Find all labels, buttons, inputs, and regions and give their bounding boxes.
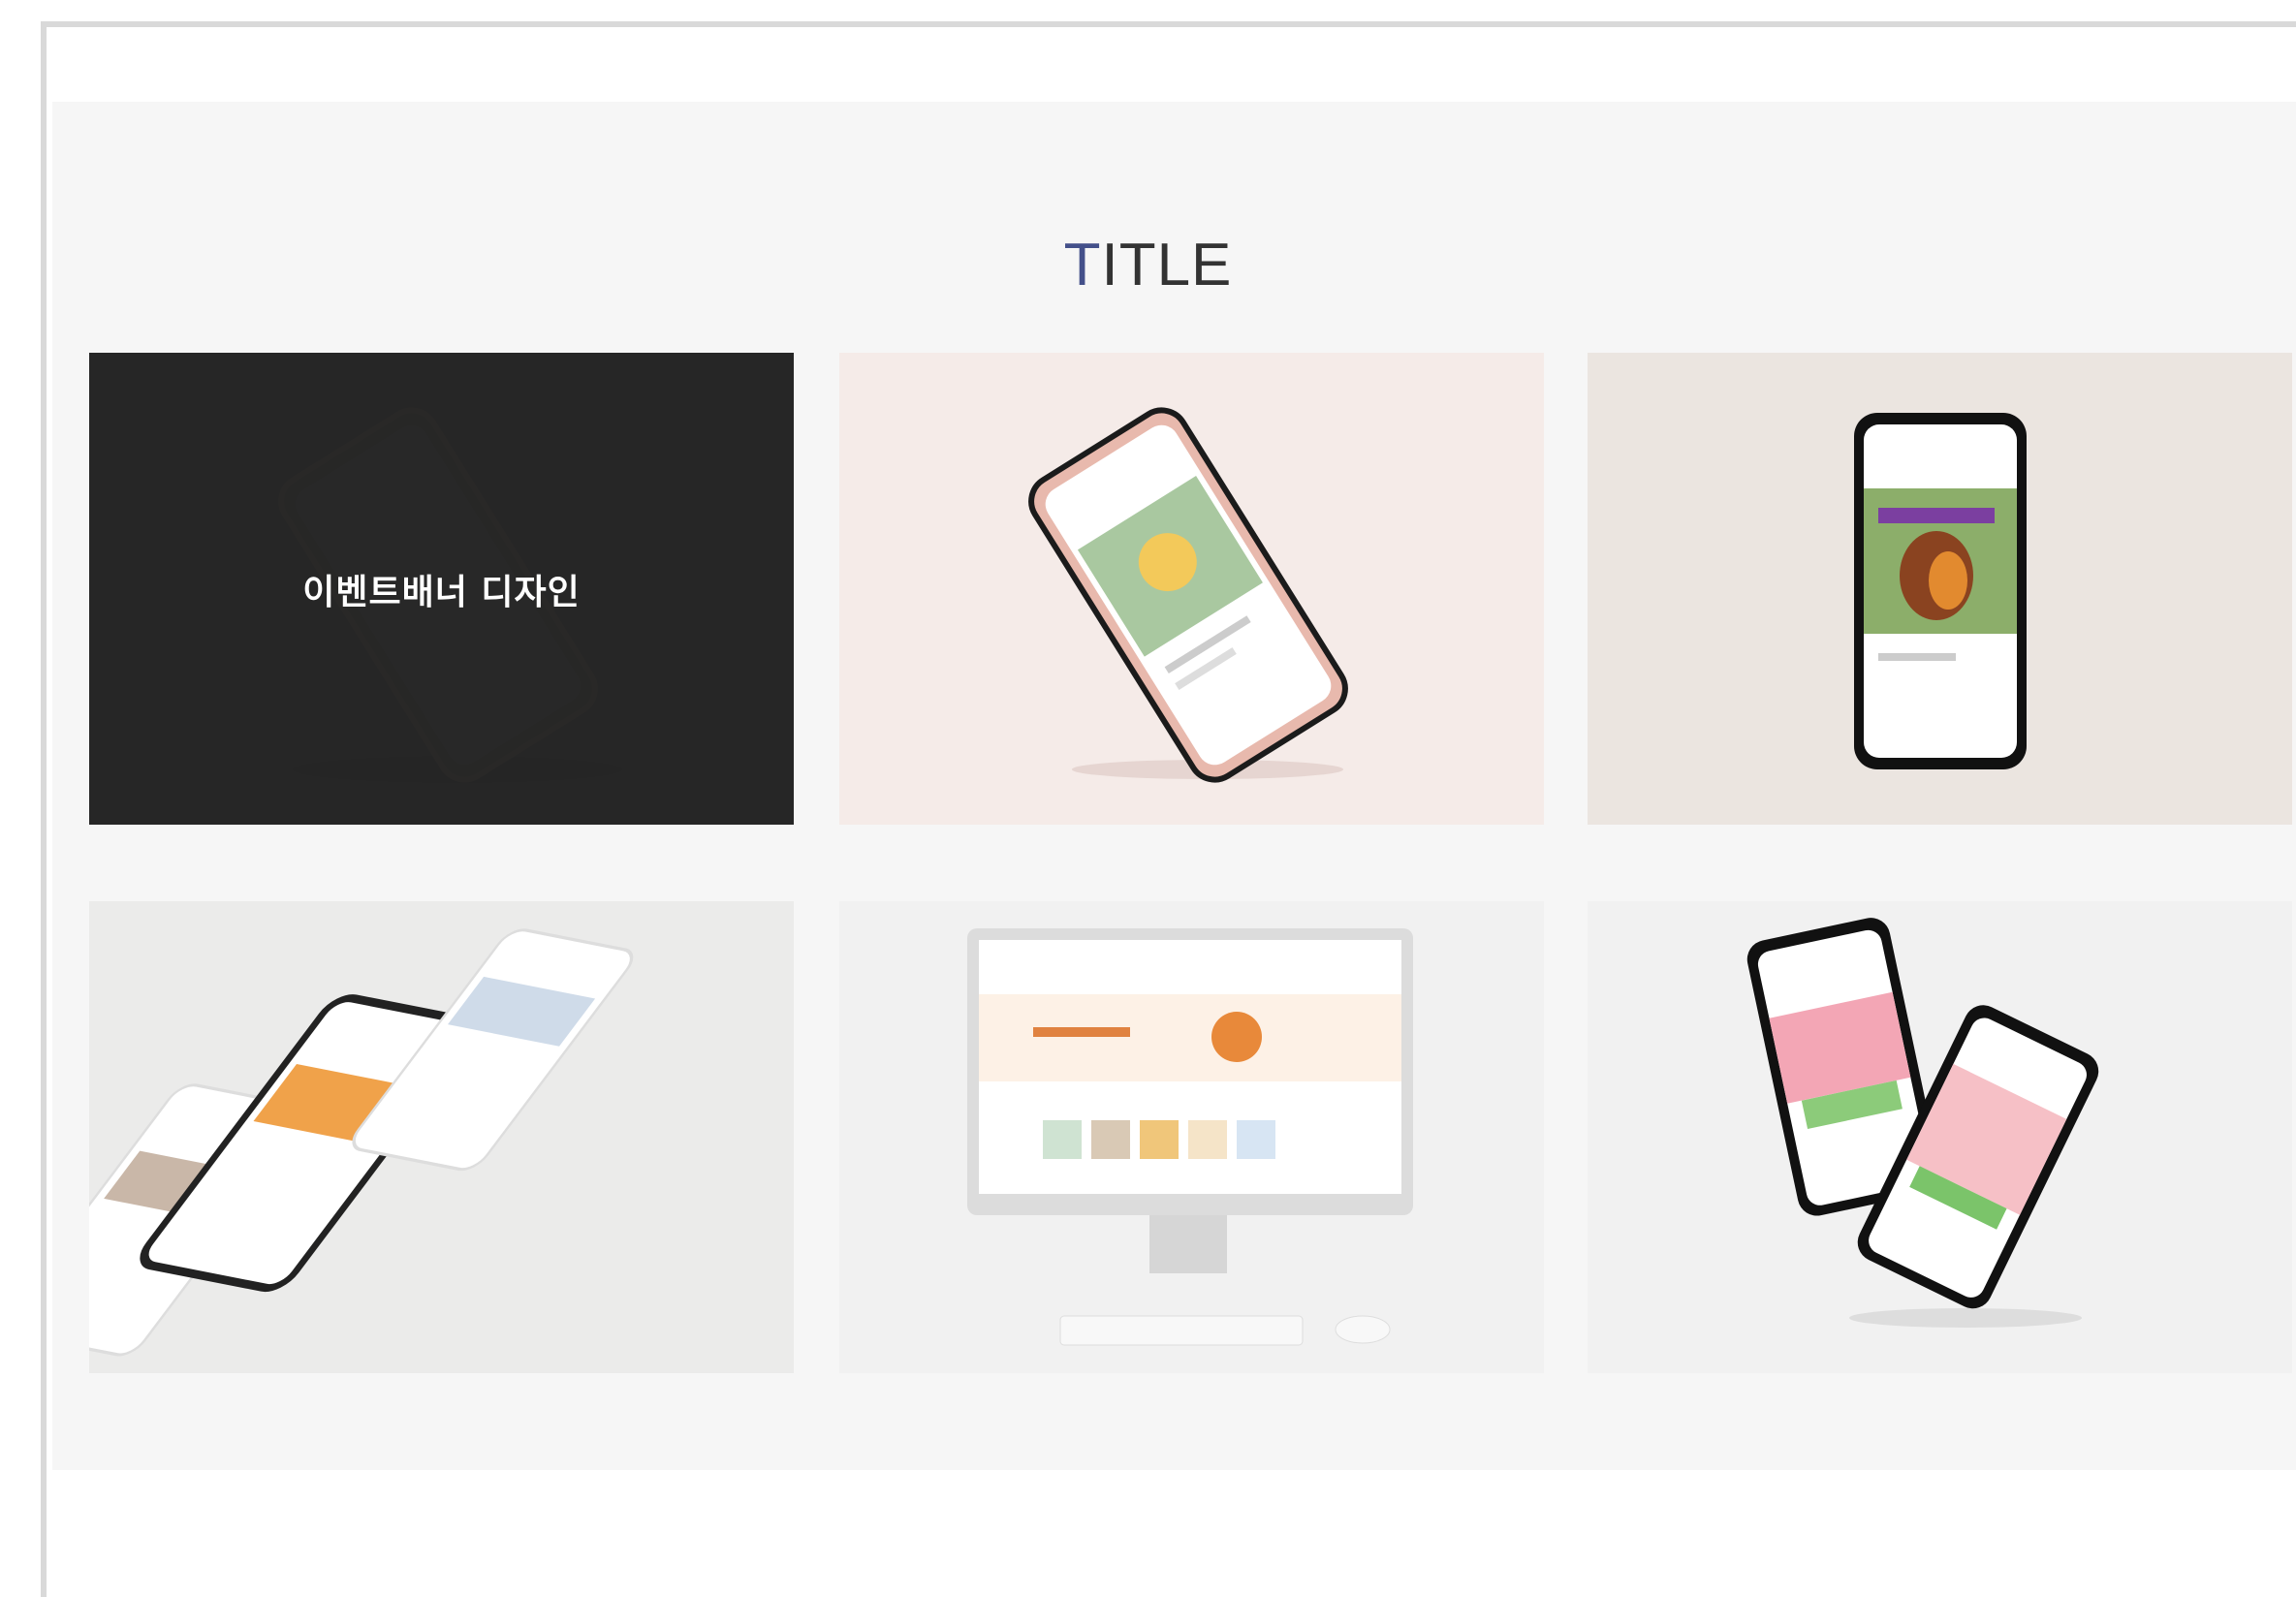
section-title: TITLE (1063, 231, 1233, 298)
phone-mockup-image (1588, 353, 2292, 825)
card-hover-overlay: 이벤트배너 디자인 (89, 353, 794, 825)
portfolio-card-2[interactable] (839, 353, 1544, 825)
phone-mockup-image (1588, 901, 2292, 1373)
portfolio-card-5[interactable] (839, 901, 1544, 1373)
card-label: 이벤트배너 디자인 (302, 572, 581, 612)
monitor-mockup-image (839, 901, 1544, 1373)
section-title-accent: T (1063, 231, 1102, 298)
portfolio-card-4[interactable] (89, 901, 794, 1373)
portfolio-card-3[interactable] (1588, 353, 2292, 825)
portfolio-card-6[interactable] (1588, 901, 2292, 1373)
phone-mockup-image (839, 353, 1544, 825)
phone-mockup-image (89, 901, 794, 1373)
portfolio-card-event-banner[interactable]: 이벤트배너 디자인 (89, 353, 794, 825)
